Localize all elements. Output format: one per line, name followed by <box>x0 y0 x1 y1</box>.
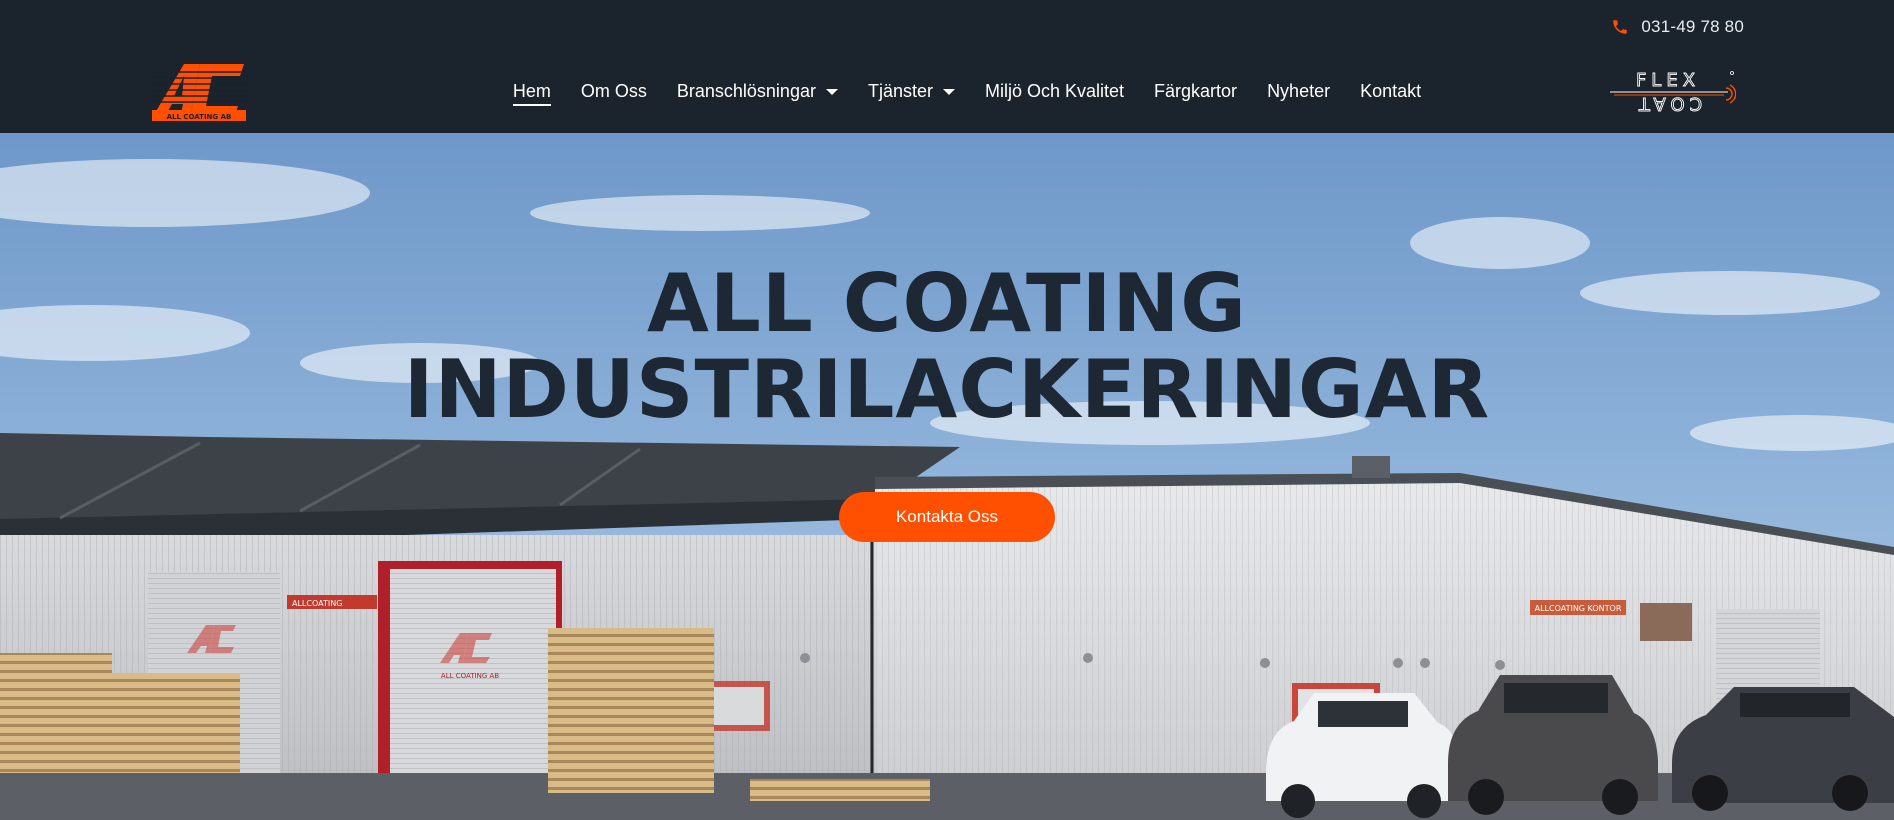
svg-text:ALL COATING AB: ALL COATING AB <box>441 672 499 680</box>
nav-item-kontakt[interactable]: Kontakt <box>1360 78 1421 104</box>
nav-item-tjanster[interactable]: Tjänster <box>868 78 955 104</box>
hero-background-image: ALL COATING AB ALLCOATING ALLCOATING KON… <box>0 133 1894 820</box>
contact-bar: 031-49 78 80 <box>1611 14 1744 40</box>
phone-icon[interactable] <box>1611 18 1629 36</box>
svg-text:ALL COATING AB: ALL COATING AB <box>167 113 232 121</box>
nav-item-hem[interactable]: Hem <box>512 78 551 106</box>
nav-item-branschlosningar[interactable]: Branschlösningar <box>677 78 838 104</box>
main-navigation: Hem Om Oss Branschlösningar Tjänster Mil… <box>0 78 1894 106</box>
nav-item-miljo-och-kvalitet[interactable]: Miljö Och Kvalitet <box>985 78 1124 104</box>
nav-item-om-oss[interactable]: Om Oss <box>581 78 647 104</box>
nav-item-fargkartor[interactable]: Färgkartor <box>1154 78 1237 104</box>
phone-number-link[interactable]: 031-49 78 80 <box>1641 17 1744 37</box>
chevron-down-icon[interactable] <box>942 89 955 95</box>
hero-section: ALL COATING AB ALLCOATING ALLCOATING KON… <box>0 133 1894 820</box>
nav-item-nyheter[interactable]: Nyheter <box>1267 78 1330 104</box>
svg-text:ALLCOATING KONTOR: ALLCOATING KONTOR <box>1535 604 1622 613</box>
hero-title: ALL COATING INDUSTRILACKERINGAR <box>403 257 1491 436</box>
contact-us-button[interactable]: Kontakta Oss <box>839 492 1055 542</box>
svg-text:ALLCOATING: ALLCOATING <box>292 599 342 608</box>
site-header: 031-49 78 80 ALL COATING AB FLEX COAT He… <box>0 0 1894 133</box>
chevron-down-icon[interactable] <box>825 89 838 95</box>
